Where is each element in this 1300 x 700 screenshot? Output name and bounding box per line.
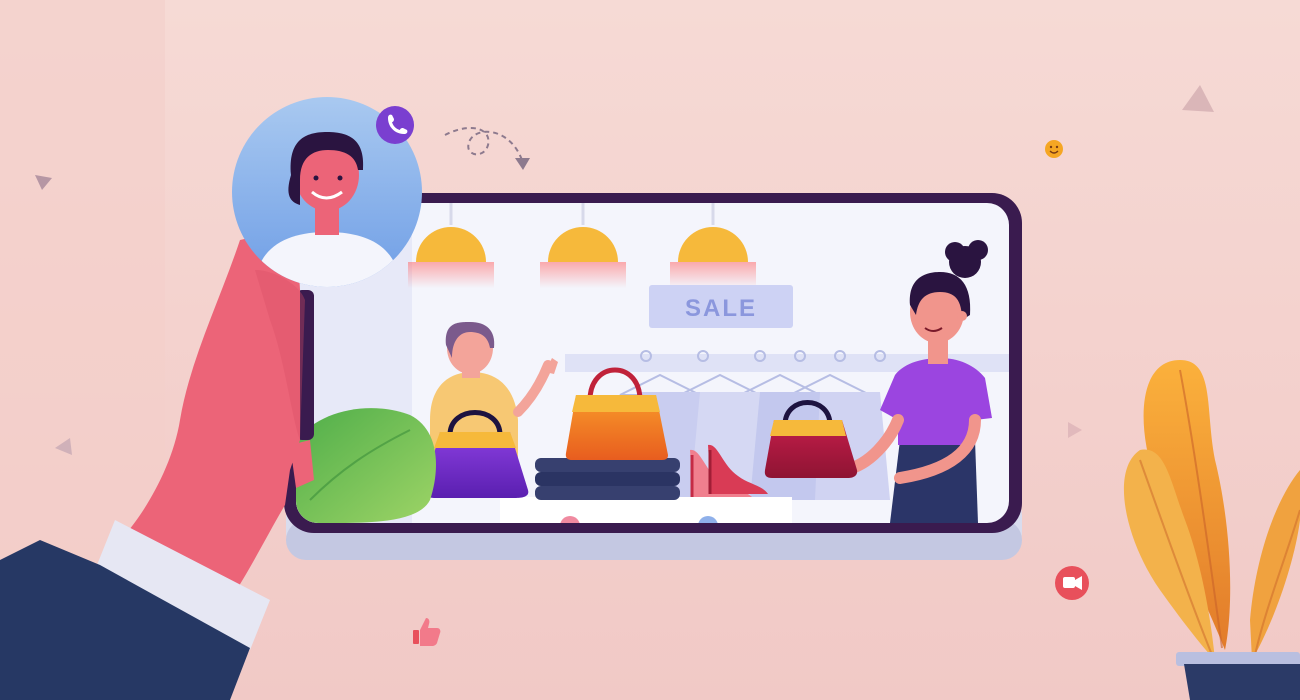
- screen-plant: [296, 408, 436, 523]
- video-call-icon: [1055, 566, 1089, 600]
- smiley-icon: [1045, 140, 1063, 158]
- sale-sign-text: SALE: [685, 295, 757, 322]
- phone-screen: SALE: [296, 203, 1009, 523]
- counter: [500, 497, 792, 523]
- folded-clothes: [535, 458, 680, 500]
- phone-icon: [376, 106, 414, 144]
- shopping-call-illustration: SALE: [0, 0, 1300, 700]
- plant-pot: [1176, 652, 1300, 666]
- illustration: SALE: [0, 0, 1300, 700]
